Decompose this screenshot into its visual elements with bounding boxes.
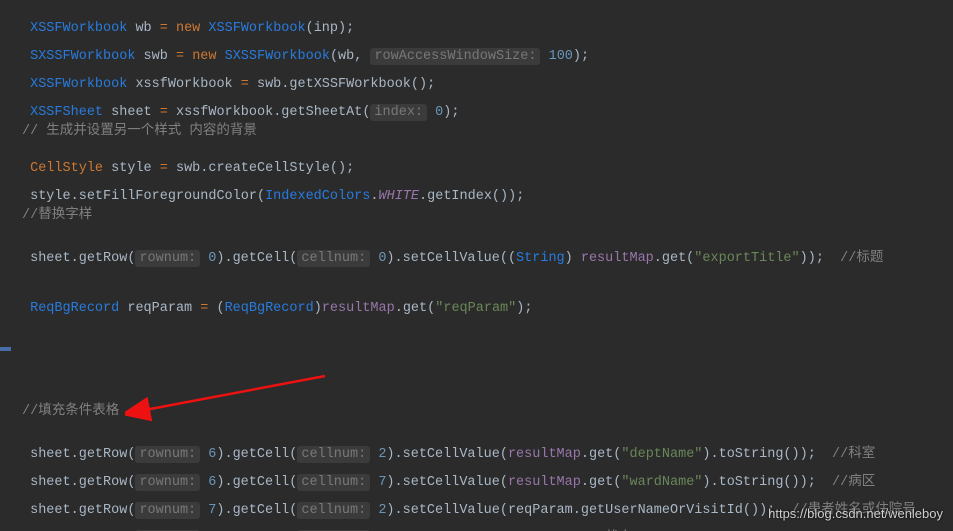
comment: //替换字样 — [22, 202, 92, 223]
get: .get( — [654, 251, 695, 266]
type-name: IndexedColors — [265, 189, 370, 204]
type-name: ReqBgRecord — [30, 301, 119, 316]
end: ); — [516, 301, 532, 316]
code-line: sheet.getRow(rownum: 7).getCell(cellnum:… — [22, 510, 632, 531]
code-line: XSSFWorkbook wb = new XSSFWorkbook(inp); — [22, 6, 354, 36]
code-line: style.setFillForegroundColor(IndexedColo… — [22, 174, 524, 204]
code-line: sheet.getRow(rownum: 0).getCell(cellnum:… — [22, 230, 883, 266]
comment: // 生成并设置另一个样式 内容的背景 — [22, 118, 257, 139]
string: "reqParam" — [435, 301, 516, 316]
param-hint: index: — [370, 104, 427, 121]
mid: ).setCellValue(( — [386, 251, 516, 266]
type-name: ReqBgRecord — [225, 301, 314, 316]
close: ) — [314, 301, 322, 316]
code-line: XSSFSheet sheet = xssfWorkbook.getSheetA… — [22, 90, 459, 120]
const: WHITE — [379, 189, 420, 204]
paren: ) — [565, 251, 581, 266]
param-hint: cellnum: — [297, 250, 370, 267]
dot: . — [370, 189, 378, 204]
comment: //标题 — [840, 251, 883, 266]
comment: //填充条件表格 — [22, 398, 119, 419]
gutter-marker — [0, 347, 11, 351]
get: .get( — [395, 301, 436, 316]
code-line: XSSFWorkbook xssfWorkbook = swb.getXSSFW… — [22, 62, 435, 92]
tail: .getIndex()); — [419, 189, 524, 204]
number: 100 — [549, 49, 573, 64]
end: )); — [800, 251, 841, 266]
string: "exportTitle" — [694, 251, 799, 266]
ident: resultMap — [581, 251, 654, 266]
param-hint: rownum: — [135, 250, 200, 267]
code-line: ReqBgRecord reqParam = (ReqBgRecord)resu… — [22, 286, 532, 316]
var: reqParam — [127, 301, 192, 316]
watermark: https://blog.csdn.net/wenleboy — [768, 506, 943, 521]
code-line: SXSSFWorkbook swb = new SXSSFWorkbook(wb… — [22, 34, 589, 64]
code-line: CellStyle style = swb.createCellStyle(); — [22, 146, 354, 176]
annotation-arrow — [125, 370, 345, 425]
open: ( — [208, 301, 224, 316]
code-editor: XSSFWorkbook wb = new XSSFWorkbook(inp);… — [0, 0, 953, 531]
mid: ).getCell( — [216, 251, 297, 266]
ident: resultMap — [322, 301, 395, 316]
call: sheet.getRow( — [30, 251, 135, 266]
cast-type: String — [516, 251, 565, 266]
close: ); — [573, 49, 589, 64]
close: ); — [443, 105, 459, 120]
